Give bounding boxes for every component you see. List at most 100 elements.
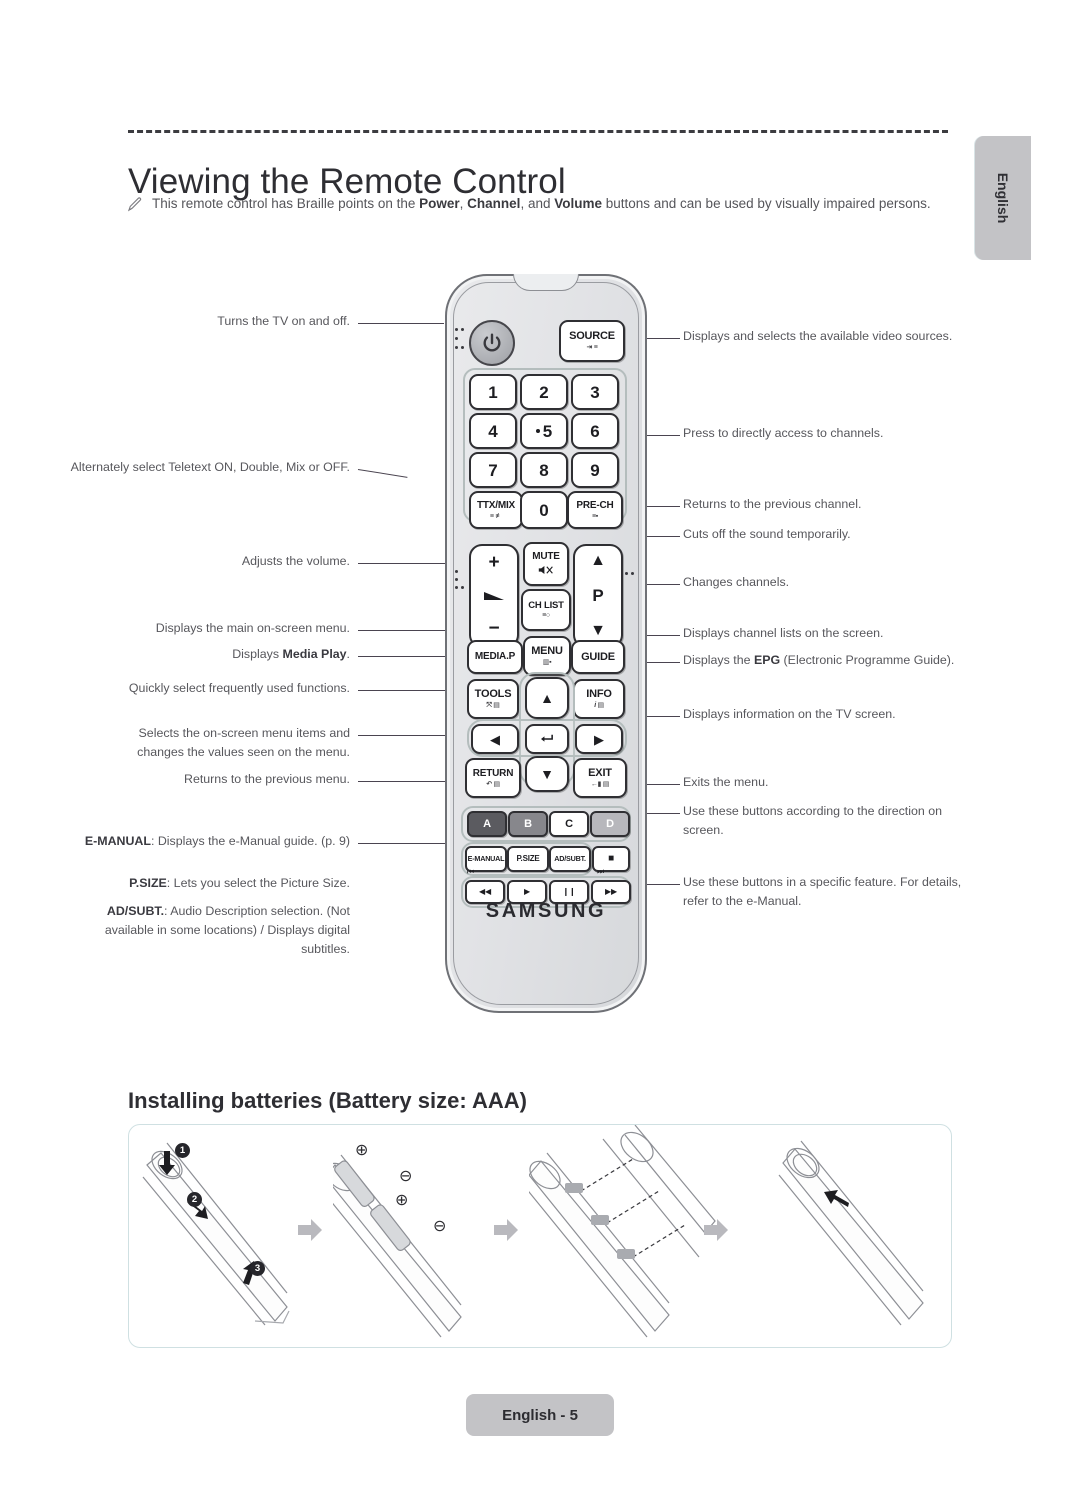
adsubt-button[interactable]: AD/SUBT. [549, 846, 591, 872]
psize-label: P.SIZE [516, 854, 540, 863]
prech-sub-icon: ≡▪ [592, 512, 598, 520]
info-button[interactable]: INFO i ▤ [573, 679, 625, 719]
number-6-button[interactable]: 6 [571, 413, 619, 449]
number-0-label: 0 [539, 500, 549, 520]
skip-back-icon: ⏮ [467, 867, 475, 876]
dpad-up-button[interactable]: ▲ [525, 677, 569, 719]
braille-dots-channel [625, 572, 635, 578]
battery-illustration-box: 1 2 3 ⊕ ⊖ ⊕ ⊖ [128, 1124, 952, 1348]
callout-colorkeys: Use these buttons according to the direc… [683, 804, 942, 837]
braille-dots-power [455, 328, 465, 356]
color-key-b[interactable]: B [508, 811, 548, 837]
exit-button[interactable]: EXIT ←▮ ▤ [573, 758, 627, 798]
leader-return [358, 781, 456, 782]
stop-icon: ■ [608, 853, 614, 864]
skip-forward-icon: ⏭ [597, 867, 605, 876]
dpad-right-button[interactable]: ▶ [575, 724, 623, 754]
source-button[interactable]: SOURCE ⇥ ≡ [559, 320, 625, 362]
note-row: This remote control has Braille points o… [127, 193, 958, 215]
battery-step-2: 2 [187, 1192, 202, 1207]
play-icon: ▶ [524, 887, 530, 896]
number-1-label: 1 [488, 382, 498, 402]
info-sub-icon: i ▤ [594, 702, 604, 709]
battery-step-1: 1 [175, 1143, 190, 1158]
callout-ttxmix: Alternately select Teletext ON, Double, … [70, 460, 350, 474]
volume-rocker[interactable]: + − [469, 544, 519, 648]
enter-button[interactable] [525, 724, 569, 754]
ttxmix-sub-icon: ≡ ≢ [489, 512, 503, 520]
callout-return: Returns to the previous menu. [184, 772, 350, 786]
number-9-button[interactable]: 9 [571, 452, 619, 488]
power-button[interactable] [469, 320, 515, 366]
tools-sub-icon: ⤧ ▤ [486, 702, 500, 709]
callout-mediap: Displays Media Play. [232, 647, 350, 661]
number-3-button[interactable]: 3 [571, 374, 619, 410]
remote-control-body: SOURCE ⇥ ≡ 1 2 3 4 5 6 7 8 9 TTX/MIX ≡ ≢… [445, 274, 647, 1013]
callout-dpad: Selects the on-screen menu items and cha… [137, 726, 350, 759]
polarity-plus-2: ⊕ [395, 1190, 408, 1209]
return-label: RETURN [472, 767, 514, 779]
return-button[interactable]: RETURN ↶ ▤ [465, 758, 521, 798]
color-key-d-label: D [606, 817, 614, 830]
callout-volume: Adjusts the volume. [241, 554, 350, 568]
number-8-button[interactable]: 8 [520, 452, 568, 488]
number-1-button[interactable]: 1 [469, 374, 517, 410]
info-label: INFO [586, 688, 612, 700]
leader-volume [358, 563, 446, 564]
battery-panel-open-cover: 1 2 3 [137, 1125, 333, 1347]
chlist-label: CH LIST [528, 599, 564, 611]
number-4-button[interactable]: 4 [469, 413, 517, 449]
rewind-icon: ◀◀ [479, 887, 491, 896]
exit-label: EXIT [588, 767, 612, 779]
next-step-arrow-3 [704, 1219, 728, 1241]
psize-button[interactable]: P.SIZE [507, 846, 549, 872]
callout-menu: Displays the main on-screen menu. [155, 621, 350, 635]
mediap-button[interactable]: MEDIA.P [467, 640, 523, 674]
color-key-c[interactable]: C [549, 811, 589, 837]
number-0-button[interactable]: 0 [520, 491, 568, 529]
callout-transport: Use these buttons in a specific feature.… [683, 875, 962, 908]
menu-sub-icon: ▥▪ [542, 659, 552, 666]
chlist-button[interactable]: CH LIST ≡○ [521, 589, 571, 631]
language-tab[interactable]: English [975, 136, 1031, 260]
callout-guide: Displays the EPG (Electronic Programme G… [683, 653, 955, 667]
battery-panel-close-cover [741, 1125, 947, 1347]
color-key-d[interactable]: D [590, 811, 630, 837]
volume-icon [484, 592, 504, 600]
callout-source: Displays and selects the available video… [683, 329, 953, 343]
number-5-button[interactable]: 5 [520, 413, 568, 449]
leader-mediap [358, 656, 456, 657]
prech-button[interactable]: PRE-CH ≡▪ [567, 491, 623, 529]
number-2-button[interactable]: 2 [520, 374, 568, 410]
adsubt-label: AD/SUBT. [554, 854, 586, 864]
color-key-a[interactable]: A [467, 811, 507, 837]
color-key-a-label: A [483, 817, 491, 830]
emanual-label: E-MANUAL [467, 854, 505, 864]
number-8-label: 8 [539, 460, 549, 480]
menu-button[interactable]: MENU ▥▪ [523, 636, 571, 676]
number-7-button[interactable]: 7 [469, 452, 517, 488]
callout-channel: Changes channels. [683, 575, 790, 589]
number-3-label: 3 [590, 382, 600, 402]
channel-up-label: ▲ [590, 552, 606, 569]
guide-button[interactable]: GUIDE [571, 640, 625, 674]
dpad-down-button[interactable]: ▼ [525, 756, 569, 792]
channel-rocker[interactable]: ▲ P ▼ [573, 544, 623, 648]
battery-panel-align [524, 1124, 739, 1347]
mute-button[interactable]: MUTE [523, 542, 569, 586]
source-sub-icon: ⇥ ≡ [586, 344, 598, 351]
callout-numbers: Press to directly access to channels. [683, 426, 884, 440]
callout-power: Turns the TV on and off. [217, 314, 350, 328]
ttxmix-button[interactable]: TTX/MIX ≡ ≢ [469, 491, 523, 529]
tools-button[interactable]: TOOLS ⤧ ▤ [467, 679, 519, 719]
dpad-up-icon: ▲ [540, 690, 554, 706]
leader-ttxmix [357, 469, 408, 478]
dpad-left-button[interactable]: ◀ [471, 724, 519, 754]
next-step-arrow-1 [298, 1219, 322, 1241]
leader-menu [358, 630, 456, 631]
mute-label: MUTE [532, 551, 560, 562]
guide-label: GUIDE [581, 650, 615, 663]
color-key-c-label: C [565, 817, 573, 830]
number-5-label: 5 [542, 421, 553, 441]
channel-down-label: ▼ [590, 622, 606, 639]
